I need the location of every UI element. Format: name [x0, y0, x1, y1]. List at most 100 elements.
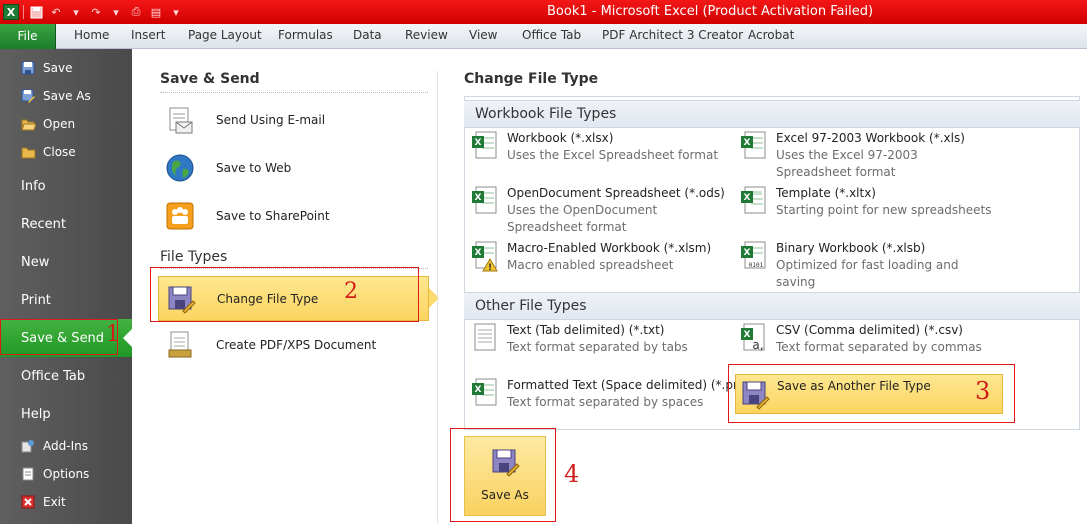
open-folder-icon [20, 116, 36, 132]
tab-review[interactable]: Review [405, 28, 448, 42]
svg-text:!: ! [488, 263, 492, 272]
nav-print[interactable]: Print [0, 281, 132, 319]
nav-save-as-label: Save As [43, 89, 91, 103]
nav-save[interactable]: Save [0, 54, 132, 82]
globe-icon [163, 151, 197, 185]
undo-icon[interactable]: ↶ [48, 4, 64, 20]
tab-acrobat[interactable]: Acrobat [748, 28, 794, 42]
tab-view[interactable]: View [469, 28, 497, 42]
csv-file-icon: Xa, [741, 323, 765, 352]
tab-pdf-architect[interactable]: PDF Architect 3 Creator [602, 28, 743, 42]
nav-exit[interactable]: Exit [0, 488, 132, 516]
nav-save-as[interactable]: Save As [0, 82, 132, 110]
svg-text:X: X [475, 193, 482, 203]
nav-office-tab[interactable]: Office Tab [0, 357, 132, 395]
sharepoint-icon [163, 199, 197, 233]
file-type-ods[interactable]: X OpenDocument Spreadsheet (*.ods) Uses t… [470, 185, 725, 236]
add-ins-icon [20, 438, 36, 454]
backstage-nav: Save Save As Open Close Info Recent New … [0, 49, 133, 524]
pdf-document-icon [163, 328, 197, 362]
file-type-xlsb[interactable]: X 0101 Binary Workbook (*.xlsb) Optimized … [739, 240, 994, 291]
template-icon: X [741, 186, 766, 214]
close-folder-icon [20, 144, 36, 160]
create-pdf-label: Create PDF/XPS Document [216, 338, 377, 352]
svg-text:X: X [475, 248, 482, 258]
svg-text:0101: 0101 [749, 262, 764, 269]
nav-info[interactable]: Info [0, 167, 132, 205]
file-type-csv[interactable]: Xa, CSV (Comma delimited) (*.csv) Text fo… [739, 322, 994, 356]
tab-office-tab[interactable]: Office Tab [522, 28, 581, 42]
nav-open[interactable]: Open [0, 110, 132, 138]
heading-rule [160, 92, 428, 93]
excel-workbook-icon: X [472, 131, 497, 159]
dropdown-arrow-icon[interactable]: ▾ [108, 4, 124, 20]
file-type-title: Formatted Text (Space delimited) (*.prn) [507, 378, 750, 392]
dropdown-arrow-icon[interactable]: ▾ [68, 4, 84, 20]
print-icon[interactable]: ⎙ [128, 4, 144, 20]
create-pdf-item[interactable]: Create PDF/XPS Document [163, 326, 428, 364]
change-file-type-heading: Change File Type [464, 71, 599, 87]
nav-options[interactable]: Options [0, 460, 132, 488]
file-type-desc: Macro enabled spreadsheet [507, 258, 674, 272]
nav-close-label: Close [43, 145, 76, 159]
svg-text:a,: a, [752, 338, 763, 352]
svg-text:X: X [744, 193, 751, 203]
tab-page-layout[interactable]: Page Layout [188, 28, 262, 42]
nav-add-ins[interactable]: Add-Ins [0, 432, 132, 460]
nav-help[interactable]: Help [0, 395, 132, 433]
file-type-xlsx[interactable]: X Workbook (*.xlsx) Uses the Excel Spread… [470, 130, 725, 164]
column-separator [437, 71, 438, 524]
title-bar: X ↶ ▾ ↷ ▾ ⎙ ▤ ▾ Book1 - Microsoft Excel … [0, 0, 1087, 24]
binary-workbook-icon: X 0101 [741, 241, 766, 269]
file-type-title: Macro-Enabled Workbook (*.xlsm) [507, 241, 712, 255]
macro-workbook-icon: X! [472, 241, 498, 272]
file-type-desc: Text format separated by spaces [507, 395, 704, 409]
svg-text:X: X [475, 138, 482, 148]
save-web-label: Save to Web [216, 161, 292, 175]
annotation-box-3 [728, 364, 1015, 423]
file-type-title: Template (*.xltx) [776, 186, 876, 200]
nav-new[interactable]: New [0, 243, 132, 281]
file-type-prn[interactable]: X Formatted Text (Space delimited) (*.pr… [470, 377, 750, 411]
file-type-desc: Uses the Excel Spreadsheet format [507, 148, 719, 162]
file-type-xls[interactable]: X Excel 97-2003 Workbook (*.xls) Uses the… [739, 130, 994, 181]
nav-close[interactable]: Close [0, 138, 132, 166]
tab-insert[interactable]: Insert [131, 28, 165, 42]
file-type-xlsm[interactable]: X! Macro-Enabled Workbook (*.xlsm) Macro … [470, 240, 725, 274]
excel-logo-icon[interactable]: X [3, 4, 19, 20]
text-file-icon [474, 323, 496, 351]
file-type-txt[interactable]: Text (Tab delimited) (*.txt) Text format … [470, 322, 725, 356]
file-type-title: Excel 97-2003 Workbook (*.xls) [776, 131, 965, 145]
annotation-number-3: 3 [975, 377, 991, 405]
svg-text:X: X [744, 330, 751, 340]
file-type-title: Binary Workbook (*.xlsb) [776, 241, 926, 255]
file-type-desc: Starting point for new spreadsheets [776, 203, 992, 217]
redo-icon[interactable]: ↷ [88, 4, 104, 20]
tab-file[interactable]: File [0, 24, 56, 49]
nav-recent[interactable]: Recent [0, 205, 132, 243]
print-preview-icon[interactable]: ▤ [148, 4, 164, 20]
options-icon [20, 466, 36, 482]
send-email-item[interactable]: Send Using E-mail [163, 101, 428, 139]
svg-text:X: X [744, 138, 751, 148]
file-types-heading: File Types [160, 249, 228, 265]
exit-icon [20, 494, 36, 510]
tab-formulas[interactable]: Formulas [278, 28, 333, 42]
save-icon[interactable] [28, 4, 44, 20]
annotation-number-4: 4 [564, 460, 580, 488]
send-email-label: Send Using E-mail [216, 113, 326, 127]
window-title: Book1 - Microsoft Excel (Product Activat… [547, 4, 874, 19]
save-web-item[interactable]: Save to Web [163, 149, 428, 187]
file-type-xltx[interactable]: X Template (*.xltx) Starting point for ne… [739, 185, 994, 219]
annotation-number-1: 1 [106, 322, 120, 347]
save-sharepoint-item[interactable]: Save to SharePoint [163, 197, 428, 235]
tab-data[interactable]: Data [353, 28, 382, 42]
file-type-title: OpenDocument Spreadsheet (*.ods) [507, 186, 725, 200]
customize-qat-icon[interactable]: ▾ [168, 4, 184, 20]
tab-home[interactable]: Home [74, 28, 109, 42]
opendocument-icon: X [472, 186, 497, 214]
other-file-types-header: Other File Types [464, 292, 1080, 320]
annotation-box-2 [150, 267, 419, 322]
formatted-text-icon: X [472, 378, 497, 406]
save-as-icon [20, 88, 36, 104]
